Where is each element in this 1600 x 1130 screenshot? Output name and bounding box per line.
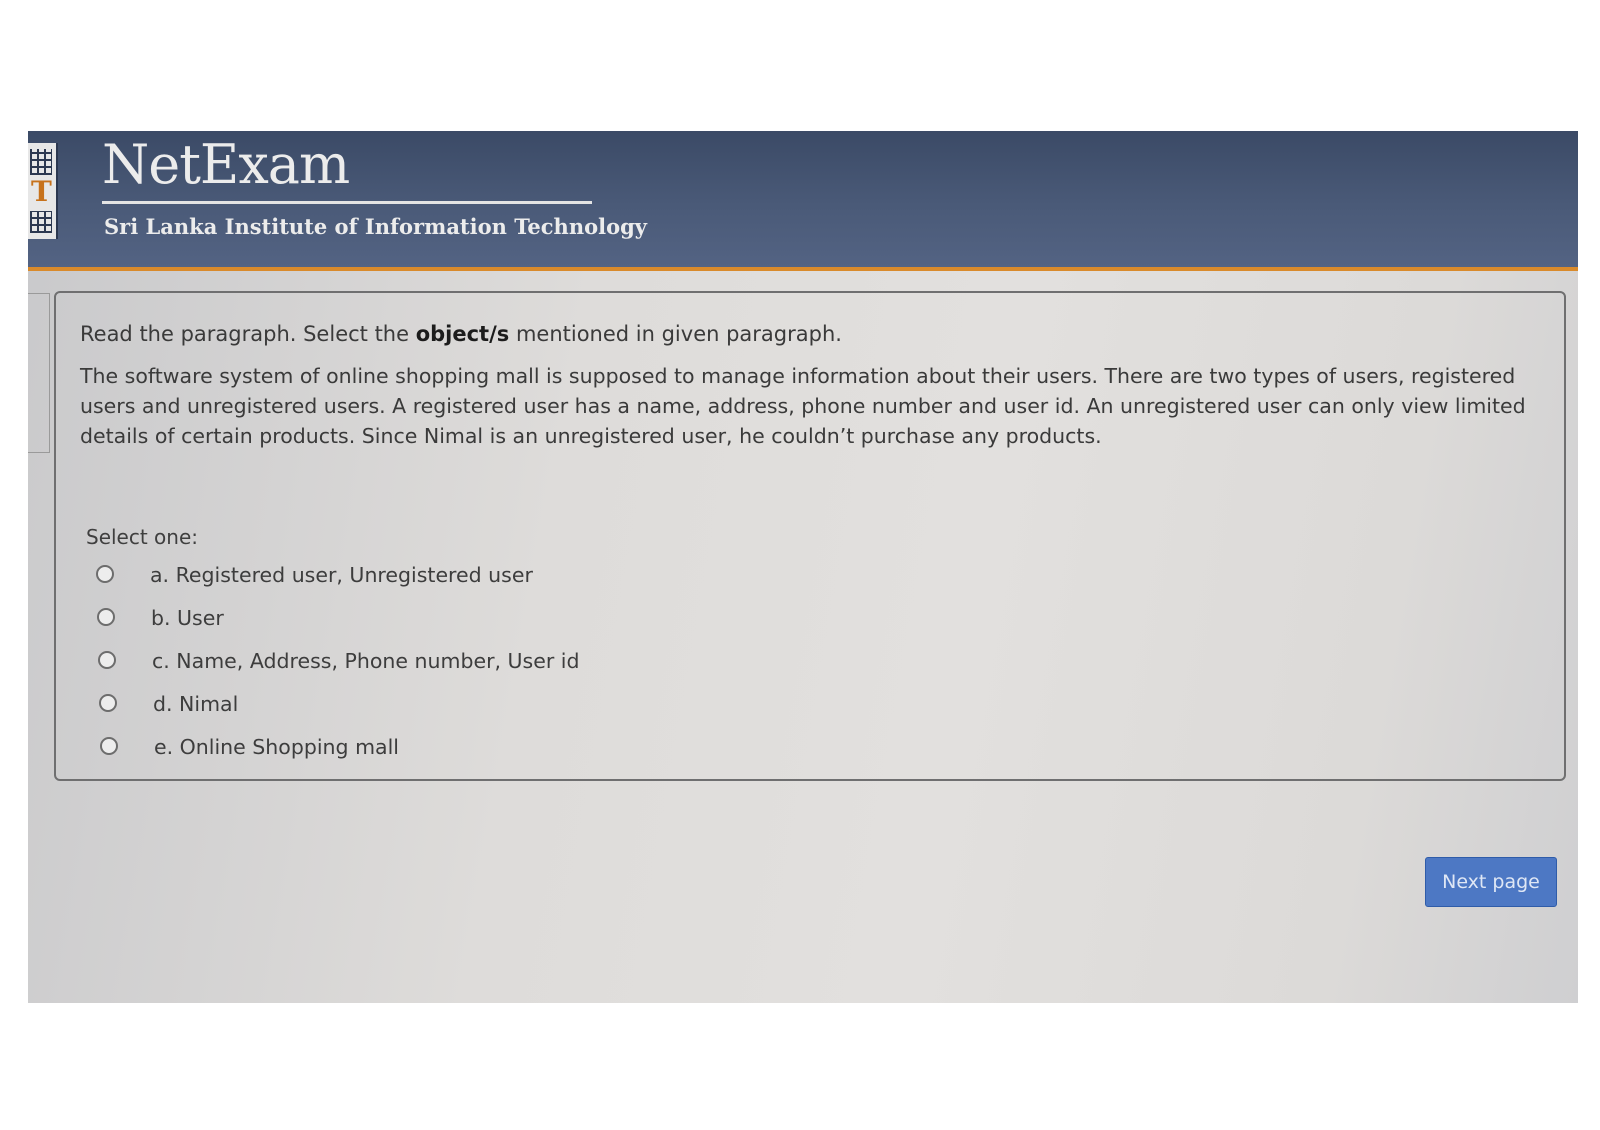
radio-option-a[interactable] <box>96 565 114 583</box>
radio-option-e[interactable] <box>100 737 118 755</box>
question-instruction: Read the paragraph. Select the object/s … <box>80 319 842 349</box>
institute-name: Sri Lanka Institute of Information Techn… <box>104 214 647 239</box>
question-box: Read the paragraph. Select the object/s … <box>54 291 1566 781</box>
next-page-button[interactable]: Next page <box>1425 857 1557 907</box>
brand-divider <box>102 201 592 204</box>
site-header: T NetExam Sri Lanka Institute of Informa… <box>28 131 1578 271</box>
option-e-label[interactable]: e. Online Shopping mall <box>154 733 399 761</box>
instruction-keyword: object/s <box>415 322 510 346</box>
sliit-crest-icon: T <box>28 143 58 239</box>
side-panel-tab <box>28 293 50 453</box>
option-c-label[interactable]: c. Name, Address, Phone number, User id <box>152 647 580 675</box>
crest-grid-lower-icon <box>30 211 52 233</box>
crest-grid-icon <box>30 149 52 175</box>
select-one-prompt: Select one: <box>86 525 199 549</box>
radio-option-b[interactable] <box>97 608 115 626</box>
crest-letter: T <box>31 175 52 208</box>
radio-option-c[interactable] <box>98 651 116 669</box>
option-b-label[interactable]: b. User <box>151 604 224 632</box>
radio-option-d[interactable] <box>99 694 117 712</box>
instruction-prefix: Read the paragraph. Select the <box>80 322 416 346</box>
brand-title[interactable]: NetExam <box>102 133 350 197</box>
option-d-label[interactable]: d. Nimal <box>153 690 238 718</box>
exam-screen: T NetExam Sri Lanka Institute of Informa… <box>28 131 1578 1003</box>
instruction-suffix: mentioned in given paragraph. <box>509 322 842 346</box>
option-a-label[interactable]: a. Registered user, Unregistered user <box>150 561 533 589</box>
question-paragraph: The software system of online shopping m… <box>80 364 1526 448</box>
